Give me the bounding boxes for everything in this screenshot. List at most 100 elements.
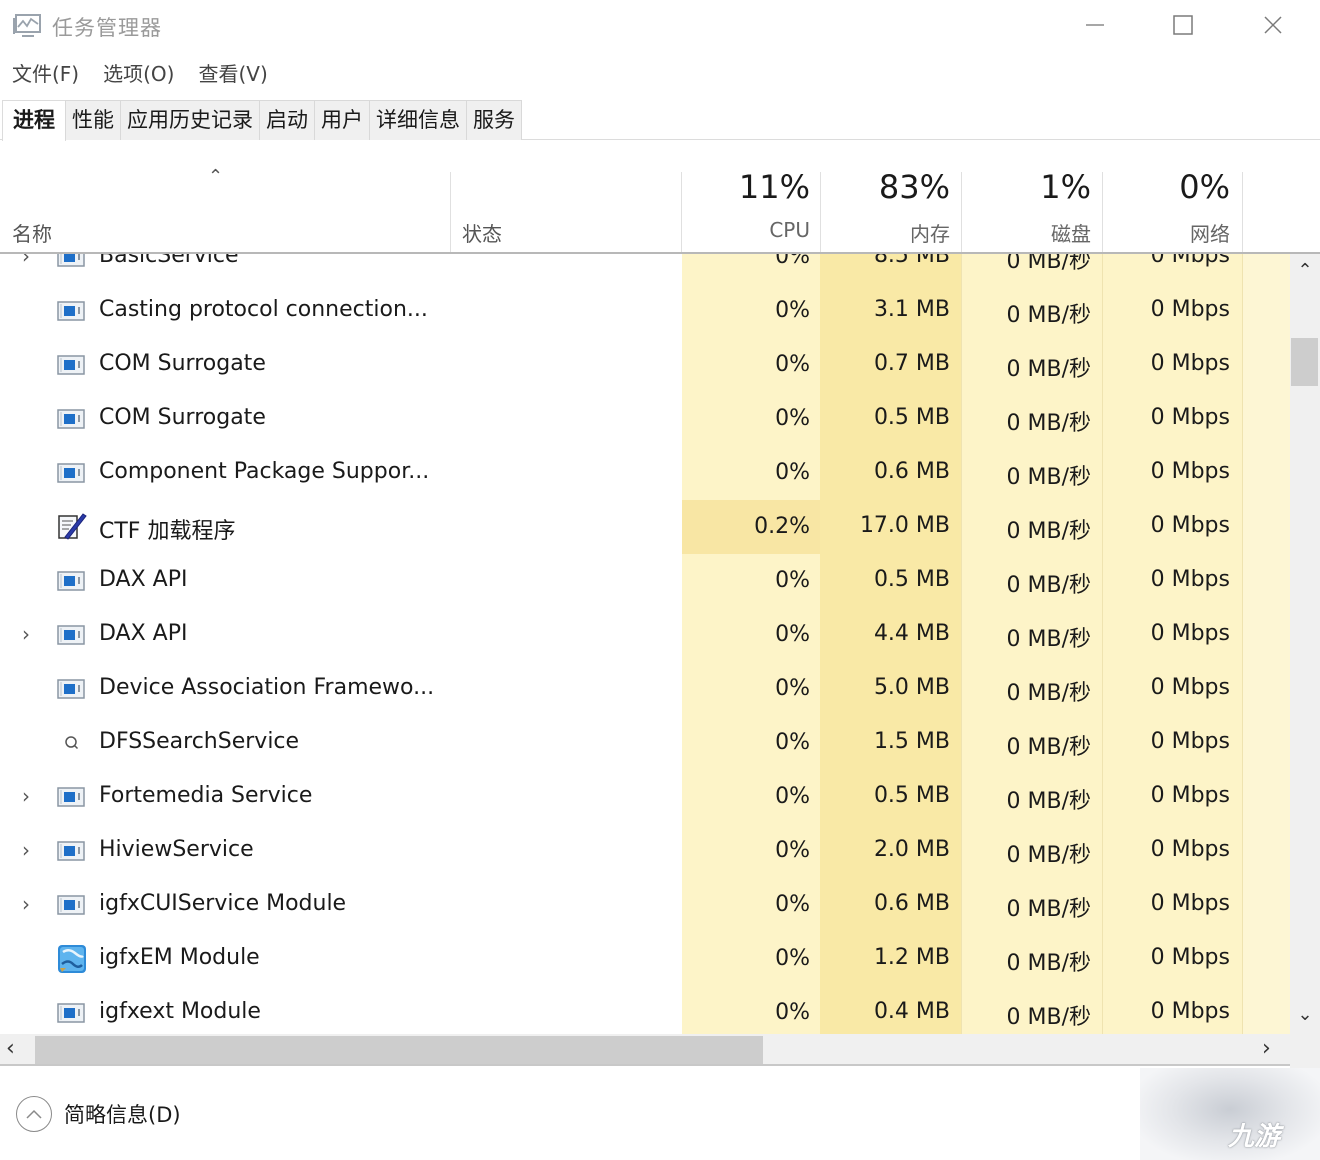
process-memory: 0.5 MB bbox=[873, 567, 950, 592]
process-cpu: 0% bbox=[775, 352, 810, 377]
disk-total-percent[interactable]: 1% bbox=[961, 168, 1091, 206]
menu-file[interactable]: 文件(F) bbox=[0, 56, 91, 92]
scroll-right-icon[interactable]: › bbox=[1262, 1036, 1271, 1061]
expand-chevron-icon[interactable]: › bbox=[16, 784, 36, 808]
scroll-left-icon[interactable]: ‹ bbox=[6, 1036, 15, 1061]
process-cpu: 0% bbox=[775, 254, 810, 269]
process-memory: 0.5 MB bbox=[873, 783, 950, 808]
column-divider[interactable] bbox=[1242, 172, 1243, 252]
network-total-percent[interactable]: 0% bbox=[1102, 168, 1230, 206]
process-row[interactable]: › Casting protocol connection... 0% 3.1 … bbox=[0, 284, 1290, 338]
tab-app-history[interactable]: 应用历史记录 bbox=[120, 100, 260, 140]
process-row[interactable]: › igfxCUIService Module 0% 0.6 MB 0 MB/秒… bbox=[0, 878, 1290, 932]
column-cpu[interactable]: CPU bbox=[682, 218, 810, 242]
process-disk: 0 MB/秒 bbox=[1006, 303, 1091, 328]
process-list: › BasicService 0% 8.5 MB 0 MB/秒 0 Mbps ›… bbox=[0, 254, 1290, 1034]
column-network[interactable]: 网络 bbox=[1102, 218, 1230, 247]
fewer-details-label: 简略信息(D) bbox=[64, 1103, 181, 1127]
process-disk: 0 MB/秒 bbox=[1006, 465, 1091, 490]
process-network: 0 Mbps bbox=[1150, 837, 1230, 862]
process-network: 0 Mbps bbox=[1150, 621, 1230, 646]
process-name: CTF 加载程序 bbox=[99, 519, 236, 544]
service-window-icon bbox=[57, 408, 85, 430]
expand-chevron-icon[interactable]: › bbox=[16, 892, 36, 916]
process-memory: 4.4 MB bbox=[873, 621, 950, 646]
process-name: DAX API bbox=[99, 621, 188, 646]
column-name[interactable]: 名称 bbox=[12, 218, 52, 247]
tab-bar: 进程 性能 应用历史记录 启动 用户 详细信息 服务 bbox=[0, 100, 1320, 141]
process-network: 0 Mbps bbox=[1150, 891, 1230, 916]
tab-users[interactable]: 用户 bbox=[314, 100, 370, 140]
process-memory: 0.6 MB bbox=[873, 891, 950, 916]
process-row[interactable]: › CTF 加载程序 0.2% 17.0 MB 0 MB/秒 0 Mbps bbox=[0, 500, 1290, 554]
process-disk: 0 MB/秒 bbox=[1006, 1005, 1091, 1030]
process-row[interactable]: › DAX API 0% 4.4 MB 0 MB/秒 0 Mbps bbox=[0, 608, 1290, 662]
service-window-icon bbox=[57, 786, 85, 808]
fewer-details-button[interactable]: 简略信息(D) bbox=[16, 1096, 181, 1132]
tab-processes[interactable]: 进程 bbox=[2, 100, 66, 141]
menu-options[interactable]: 选项(O) bbox=[91, 56, 186, 92]
tab-startup[interactable]: 启动 bbox=[259, 100, 315, 140]
process-row[interactable]: › Component Package Suppor... 0% 0.6 MB … bbox=[0, 446, 1290, 500]
service-window-icon bbox=[57, 354, 85, 376]
scroll-down-icon[interactable]: ⌄ bbox=[1290, 1004, 1320, 1025]
process-cpu: 0% bbox=[775, 784, 810, 809]
tab-services[interactable]: 服务 bbox=[466, 100, 522, 140]
process-memory: 0.4 MB bbox=[873, 999, 950, 1024]
vertical-scrollbar[interactable]: ⌃ ⌄ bbox=[1290, 254, 1320, 1034]
process-row[interactable]: › BasicService 0% 8.5 MB 0 MB/秒 0 Mbps bbox=[0, 254, 1290, 284]
process-row[interactable]: › Device Association Framewo... 0% 5.0 M… bbox=[0, 662, 1290, 716]
close-button[interactable] bbox=[1228, 0, 1318, 50]
cpu-total-percent[interactable]: 11% bbox=[682, 168, 810, 206]
process-network: 0 Mbps bbox=[1150, 405, 1230, 430]
process-disk: 0 MB/秒 bbox=[1006, 681, 1091, 706]
process-name: BasicService bbox=[99, 254, 239, 268]
memory-total-percent[interactable]: 83% bbox=[820, 168, 950, 206]
process-memory: 0.6 MB bbox=[873, 459, 950, 484]
process-disk: 0 MB/秒 bbox=[1006, 254, 1091, 274]
search-icon bbox=[57, 732, 85, 754]
process-memory: 1.5 MB bbox=[873, 729, 950, 754]
process-memory: 0.5 MB bbox=[873, 405, 950, 430]
process-disk: 0 MB/秒 bbox=[1006, 627, 1091, 652]
column-status[interactable]: 状态 bbox=[462, 218, 502, 247]
process-row[interactable]: › DFSSearchService 0% 1.5 MB 0 MB/秒 0 Mb… bbox=[0, 716, 1290, 770]
process-row[interactable]: › HiviewService 0% 2.0 MB 0 MB/秒 0 Mbps bbox=[0, 824, 1290, 878]
process-network: 0 Mbps bbox=[1150, 459, 1230, 484]
service-window-icon bbox=[57, 624, 85, 646]
tab-performance[interactable]: 性能 bbox=[65, 100, 121, 140]
process-network: 0 Mbps bbox=[1150, 675, 1230, 700]
expand-chevron-icon[interactable]: › bbox=[16, 622, 36, 646]
process-row[interactable]: › COM Surrogate 0% 0.7 MB 0 MB/秒 0 Mbps bbox=[0, 338, 1290, 392]
column-memory[interactable]: 内存 bbox=[820, 218, 950, 247]
process-row[interactable]: › DAX API 0% 0.5 MB 0 MB/秒 0 Mbps bbox=[0, 554, 1290, 608]
scroll-up-icon[interactable]: ⌃ bbox=[1290, 260, 1320, 281]
process-row[interactable]: › COM Surrogate 0% 0.5 MB 0 MB/秒 0 Mbps bbox=[0, 392, 1290, 446]
process-disk: 0 MB/秒 bbox=[1006, 411, 1091, 436]
service-window-icon bbox=[57, 462, 85, 484]
horizontal-scrollbar[interactable]: ‹ › bbox=[0, 1034, 1290, 1066]
column-disk[interactable]: 磁盘 bbox=[961, 218, 1091, 247]
process-row[interactable]: › igfxEM Module 0% 1.2 MB 0 MB/秒 0 Mbps bbox=[0, 932, 1290, 986]
column-divider[interactable] bbox=[450, 172, 451, 252]
tab-details[interactable]: 详细信息 bbox=[369, 100, 467, 140]
maximize-button[interactable] bbox=[1138, 0, 1228, 50]
process-row[interactable]: › igfxext Module 0% 0.4 MB 0 MB/秒 0 Mbps bbox=[0, 986, 1290, 1034]
process-name: COM Surrogate bbox=[99, 405, 266, 430]
menu-view[interactable]: 查看(V) bbox=[186, 56, 279, 92]
process-network: 0 Mbps bbox=[1150, 513, 1230, 538]
horizontal-scroll-thumb[interactable] bbox=[35, 1036, 763, 1064]
window-title: 任务管理器 bbox=[52, 16, 162, 40]
vertical-scroll-thumb[interactable] bbox=[1291, 338, 1318, 386]
process-cpu: 0% bbox=[775, 1000, 810, 1025]
minimize-button[interactable] bbox=[1050, 0, 1140, 50]
process-name: Device Association Framewo... bbox=[99, 675, 435, 700]
process-disk: 0 MB/秒 bbox=[1006, 573, 1091, 598]
expand-chevron-icon[interactable]: › bbox=[16, 838, 36, 862]
process-network: 0 Mbps bbox=[1150, 297, 1230, 322]
process-row[interactable]: › Fortemedia Service 0% 0.5 MB 0 MB/秒 0 … bbox=[0, 770, 1290, 824]
process-memory: 5.0 MB bbox=[873, 675, 950, 700]
process-name: igfxEM Module bbox=[99, 945, 260, 970]
expand-chevron-icon[interactable]: › bbox=[16, 254, 36, 268]
process-name: DFSSearchService bbox=[99, 729, 300, 754]
